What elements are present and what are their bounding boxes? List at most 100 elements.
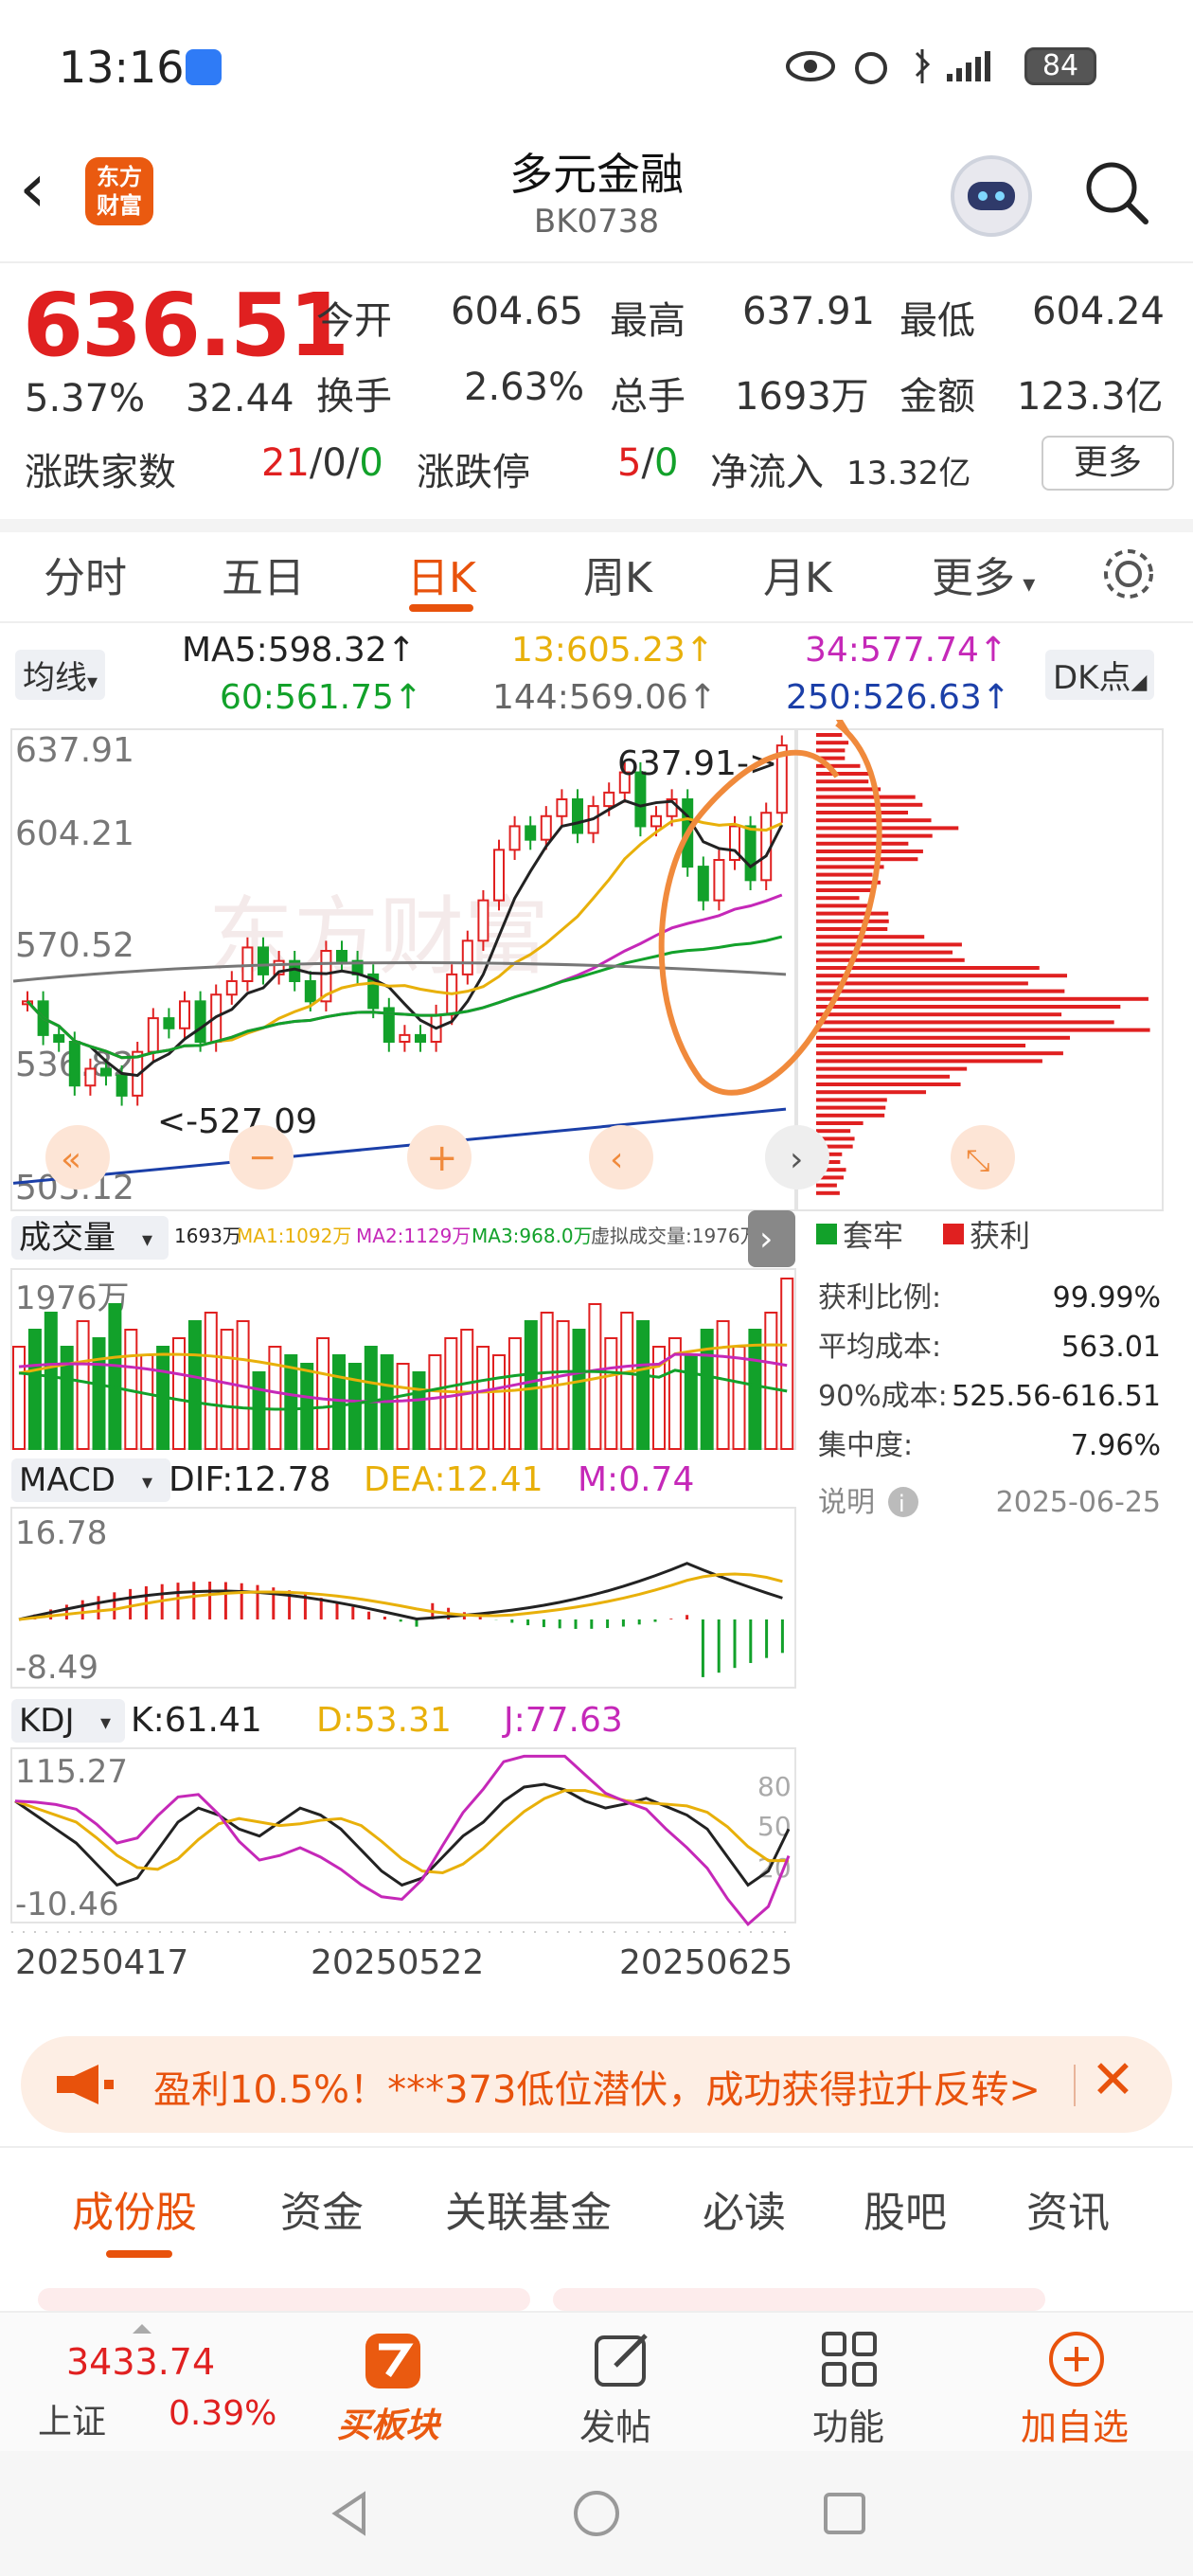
chip-bar — [816, 896, 860, 901]
tab-more[interactable]: 更多 ▾ — [932, 544, 1035, 604]
stock-header: ‹ 东方 财富 多元金融 BK0738 — [0, 133, 1193, 261]
chip-bar — [816, 826, 959, 831]
ma-legend: 均线▾ MA5:598.32↑ 13:605.23↑ 34:577.74↑ 60… — [0, 625, 1193, 729]
ma13-text: 13:605.23 — [511, 631, 686, 670]
index-change[interactable]: 0.39% — [169, 2394, 276, 2433]
tab-news[interactable]: 资讯 — [1026, 2178, 1110, 2239]
breadth-down: 0 — [359, 441, 383, 485]
tab-more-label: 更多 — [932, 554, 1015, 602]
low-value: 604.24 — [1032, 290, 1165, 333]
volume-header: 成交量 ▾ 1693万 MA1:1092万 MA2:1129万 MA3:968.… — [11, 1210, 795, 1267]
chip-bar — [816, 857, 918, 862]
change-value: 32.44 — [186, 377, 294, 420]
chip-bar — [816, 888, 874, 892]
function-label[interactable]: 功能 — [812, 2398, 884, 2450]
ma5-text: MA5:598.32 — [182, 631, 387, 670]
assistant-robot-icon[interactable] — [951, 155, 1032, 237]
banner-divider — [1074, 2065, 1076, 2106]
volume-bar — [60, 1346, 74, 1450]
dk-point-selector[interactable]: DK点◢ — [1045, 650, 1155, 700]
chip-note-label[interactable]: 说明 — [818, 1486, 875, 1519]
volume-bar — [27, 1329, 42, 1450]
chevron-right-icon: › — [790, 1140, 803, 1179]
chip-bar — [816, 981, 1028, 986]
volume-bar — [507, 1337, 522, 1450]
candle — [415, 1033, 426, 1043]
tab-intraday[interactable]: 分时 — [44, 544, 127, 604]
volume-bar — [92, 1337, 106, 1450]
candle — [572, 798, 583, 834]
ma144-text: 144:569.06 — [492, 678, 688, 717]
volume-bar — [108, 1303, 122, 1450]
chip-bar — [816, 911, 889, 916]
period-tabs: 分时 五日 日K 周K 月K 更多 ▾ — [0, 527, 1193, 621]
volume-bar — [220, 1329, 234, 1450]
volume-bar — [492, 1354, 506, 1450]
settings-gear-icon[interactable] — [1100, 546, 1157, 602]
megaphone-icon — [57, 2065, 114, 2104]
nav-recents-icon[interactable] — [816, 2485, 873, 2542]
index-expand-icon[interactable] — [133, 2324, 151, 2334]
macd-line — [18, 1562, 783, 1621]
post-edit-icon[interactable] — [591, 2328, 653, 2390]
tab-constituents[interactable]: 成份股 — [72, 2178, 197, 2239]
candle — [163, 1017, 175, 1029]
kdj-k: K:61.41 — [131, 1701, 262, 1740]
index-value[interactable]: 3433.74 — [66, 2341, 215, 2383]
chip-stat-label-3: 90%成本: — [818, 1380, 948, 1413]
card-peek-1 — [38, 2288, 530, 2311]
buy-sector-icon[interactable] — [360, 2328, 426, 2394]
tab-must-read[interactable]: 必读 — [703, 2178, 786, 2239]
volume-selector-label: 成交量 — [19, 1219, 116, 1257]
tab-related-funds[interactable]: 关联基金 — [445, 2178, 612, 2239]
chip-bar — [816, 811, 909, 814]
tab-five-day[interactable]: 五日 — [222, 544, 305, 604]
amount-label: 金额 — [899, 375, 975, 419]
promo-banner[interactable]: 盈利10.5%！***373低位潜伏，成功获得拉升反转> ✕ — [21, 2036, 1172, 2133]
buy-sector-label[interactable]: 买板块 — [337, 2398, 439, 2447]
post-label[interactable]: 发帖 — [579, 2398, 651, 2450]
chip-stat-value-1: 99.99% — [1053, 1281, 1161, 1315]
volume-bar — [268, 1346, 282, 1450]
more-button[interactable]: 更多 — [1042, 436, 1174, 491]
promo-text: 盈利10.5%！***373低位潜伏，成功获得拉升反转> — [153, 2068, 1041, 2112]
chevron-right-icon: › — [759, 1220, 773, 1259]
chip-bar — [816, 1129, 851, 1134]
nav-home-icon[interactable] — [568, 2485, 625, 2542]
function-grid-icon[interactable] — [818, 2328, 881, 2390]
tab-funds-flow[interactable]: 资金 — [280, 2178, 364, 2239]
limit-up: 5 — [617, 441, 642, 485]
ma250-value: 250:526.63↑ — [786, 678, 1010, 717]
candle — [68, 1041, 80, 1087]
dk-label: DK点 — [1053, 659, 1131, 697]
low-label: 最低 — [899, 299, 975, 343]
nav-back-icon[interactable] — [322, 2485, 379, 2542]
add-watchlist-icon[interactable] — [1045, 2328, 1108, 2390]
tab-daily-k[interactable]: 日K — [407, 544, 476, 604]
chip-bar — [816, 741, 849, 745]
candle — [84, 1067, 97, 1087]
turnover-label: 换手 — [316, 375, 392, 419]
change-pct: 5.37% — [25, 377, 146, 420]
close-icon[interactable]: ✕ — [1091, 2049, 1135, 2111]
tab-forum[interactable]: 股吧 — [864, 2178, 947, 2239]
kdj-d: D:53.31 — [316, 1701, 452, 1740]
wifi-icon — [186, 49, 222, 85]
ma-selector[interactable]: 均线▾ — [15, 650, 106, 700]
search-icon[interactable] — [1083, 159, 1149, 225]
ma-lines — [12, 798, 787, 1185]
tab-monthly-k[interactable]: 月K — [763, 544, 832, 604]
chip-bar — [816, 733, 843, 737]
kdj-top: 115.27 — [15, 1753, 128, 1791]
tab-weekly-k[interactable]: 周K — [583, 544, 652, 604]
high-value: 637.91 — [742, 290, 875, 333]
bottom-toolbar: 3433.74 上证 0.39% 买板块 发帖 功能 加自选 — [0, 2311, 1193, 2451]
low-annotation: <-527.09 — [157, 1102, 317, 1141]
add-watchlist-label[interactable]: 加自选 — [1021, 2398, 1129, 2450]
chip-bar — [816, 795, 916, 799]
chip-bar — [816, 833, 933, 838]
ma34-value: 34:577.74↑ — [805, 631, 1008, 670]
candle — [100, 1067, 112, 1077]
index-name[interactable]: 上证 — [38, 2394, 106, 2443]
volume-bar — [732, 1346, 746, 1450]
